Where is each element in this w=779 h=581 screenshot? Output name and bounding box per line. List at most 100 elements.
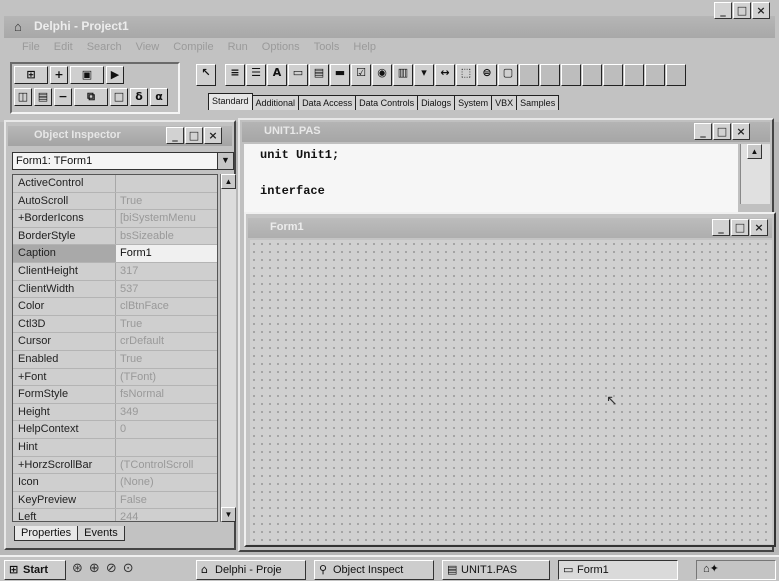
tab-additional[interactable]: Additional — [251, 95, 300, 110]
taskbar-button-object-inspect[interactable]: ⚲ Object Inspect — [314, 560, 434, 580]
palette-component-icon[interactable] — [582, 64, 602, 86]
tab-vbx[interactable]: VBX — [491, 95, 518, 110]
taskbar-button-unit1-pas[interactable]: ▤ UNIT1.PAS — [442, 560, 550, 580]
form1-title-bar[interactable]: Form1 _ □ × — [248, 218, 772, 238]
property-value[interactable]: bsSizeable — [120, 230, 174, 242]
property-row[interactable]: HelpContext 0 — [13, 421, 217, 439]
step-over-icon[interactable]: δ — [130, 88, 148, 106]
palette-component-icon[interactable] — [645, 64, 665, 86]
tab-properties[interactable]: Properties — [14, 526, 79, 541]
tab-dialogs[interactable]: Dialogs — [417, 95, 456, 110]
object-selector-combo[interactable]: Form1: TForm1 ▼ — [12, 152, 234, 170]
scrollbar-icon[interactable]: ↔ — [435, 64, 455, 86]
menu-file[interactable]: File — [22, 41, 40, 53]
scroll-up-icon[interactable]: ▲ — [221, 174, 236, 189]
maximize-button[interactable]: □ — [733, 2, 751, 19]
property-value[interactable]: (TFont) — [120, 371, 156, 383]
property-row[interactable]: Enabled True — [13, 351, 217, 369]
property-value[interactable]: True — [120, 353, 142, 365]
add-file-icon[interactable]: + — [50, 66, 68, 84]
memo-icon[interactable]: ▤ — [309, 64, 329, 86]
property-row[interactable]: ClientWidth 537 — [13, 280, 217, 299]
property-value[interactable]: 0 — [120, 423, 126, 435]
form1-designer-window[interactable]: Form1 _ □ × ↖ — [244, 212, 776, 547]
form1-maximize-button[interactable]: □ — [731, 219, 749, 236]
editor-minimize-button[interactable]: _ — [694, 123, 712, 140]
property-row[interactable]: ClientHeight 317 — [13, 263, 217, 281]
property-value[interactable]: 317 — [120, 265, 138, 277]
panel-icon[interactable]: ▢ — [498, 64, 518, 86]
inspector-title-bar[interactable]: Object Inspector _ □ × — [8, 126, 232, 146]
quicklaunch-icon[interactable]: ⊙ — [123, 561, 134, 576]
property-row[interactable]: KeyPreview False — [13, 491, 217, 510]
menu-edit[interactable]: Edit — [54, 41, 73, 53]
form1-minimize-button[interactable]: _ — [712, 219, 730, 236]
editor-maximize-button[interactable]: □ — [713, 123, 731, 140]
property-row[interactable]: Icon (None) — [13, 474, 217, 492]
property-value[interactable]: True — [120, 318, 142, 330]
quicklaunch-icon[interactable]: ⊘ — [106, 561, 117, 576]
property-value[interactable]: fsNormal — [120, 388, 164, 400]
remove-file-icon[interactable]: − — [54, 88, 72, 106]
property-value[interactable]: clBtnFace — [120, 300, 169, 312]
property-row[interactable]: Cursor crDefault — [13, 333, 217, 351]
form1-close-button[interactable]: × — [750, 219, 768, 236]
property-value[interactable]: 244 — [120, 511, 138, 521]
property-row[interactable]: +BorderIcons [biSystemMenu — [13, 210, 217, 228]
tab-samples[interactable]: Samples — [516, 95, 560, 110]
new-form-icon[interactable]: □ — [110, 88, 128, 106]
palette-component-icon[interactable] — [561, 64, 581, 86]
menu-compile[interactable]: Compile — [173, 41, 213, 53]
property-value[interactable]: False — [120, 494, 147, 506]
chevron-down-icon[interactable]: ▼ — [217, 153, 233, 169]
property-row[interactable]: Caption Form1 — [13, 245, 217, 263]
palette-component-icon[interactable] — [603, 64, 623, 86]
label-icon[interactable]: A — [267, 64, 287, 86]
property-row[interactable]: FormStyle fsNormal — [13, 386, 217, 404]
editor-scroll-up-icon[interactable]: ▲ — [747, 144, 762, 159]
property-row[interactable]: AutoScroll True — [13, 192, 217, 211]
property-row[interactable]: BorderStyle bsSizeable — [13, 227, 217, 246]
menu-view[interactable]: View — [136, 41, 160, 53]
radiogroup-icon[interactable]: ⊜ — [477, 64, 497, 86]
tab-standard[interactable]: Standard — [208, 93, 253, 110]
tray-icons[interactable]: ⌂✦ — [703, 563, 719, 575]
combobox-icon[interactable]: ▾ — [414, 64, 434, 86]
property-value[interactable]: Form1 — [116, 245, 217, 263]
pointer-icon[interactable]: ↖ — [196, 64, 216, 86]
property-row[interactable]: Ctl3D True — [13, 315, 217, 334]
open-file-icon[interactable]: ▣ — [70, 66, 104, 84]
listbox-icon[interactable]: ▥ — [393, 64, 413, 86]
property-value[interactable]: 349 — [120, 406, 138, 418]
menu-tools[interactable]: Tools — [314, 41, 340, 53]
open-project-icon[interactable]: ⊞ — [14, 66, 48, 84]
form1-design-grid[interactable]: ↖ — [250, 240, 772, 544]
edit-icon[interactable]: ▭ — [288, 64, 308, 86]
taskbar-button-form1[interactable]: ▭ Form1 — [558, 560, 678, 580]
menu-help[interactable]: Help — [353, 41, 376, 53]
property-row[interactable]: Color clBtnFace — [13, 298, 217, 316]
popupmenu-icon[interactable]: ☰ — [246, 64, 266, 86]
start-button[interactable]: ⊞ Start — [4, 560, 66, 580]
save-project-icon[interactable]: ◫ — [14, 88, 32, 106]
tab-events[interactable]: Events — [77, 526, 125, 541]
property-row[interactable]: Left 244 — [13, 509, 217, 521]
property-row[interactable]: +Font (TFont) — [13, 368, 217, 387]
minimize-button[interactable]: _ — [714, 2, 732, 19]
property-value[interactable]: (None) — [120, 476, 154, 488]
inspector-maximize-button[interactable]: □ — [185, 127, 203, 144]
property-row[interactable]: ActiveControl — [13, 175, 217, 193]
menu-options[interactable]: Options — [262, 41, 300, 53]
scroll-down-icon[interactable]: ▼ — [221, 507, 236, 522]
close-button[interactable]: × — [752, 2, 770, 19]
mainmenu-icon[interactable]: ≡ — [225, 64, 245, 86]
editor-close-button[interactable]: × — [732, 123, 750, 140]
property-value[interactable]: True — [120, 195, 142, 207]
palette-component-icon[interactable] — [519, 64, 539, 86]
inspector-minimize-button[interactable]: _ — [166, 127, 184, 144]
property-row[interactable]: Hint — [13, 439, 217, 457]
property-value[interactable]: crDefault — [120, 335, 164, 347]
code-area[interactable]: unit Unit1; interface — [244, 144, 738, 220]
editor-title-bar[interactable]: UNIT1.PAS _ □ × — [242, 122, 770, 142]
run-icon[interactable]: ▶ — [106, 66, 124, 84]
